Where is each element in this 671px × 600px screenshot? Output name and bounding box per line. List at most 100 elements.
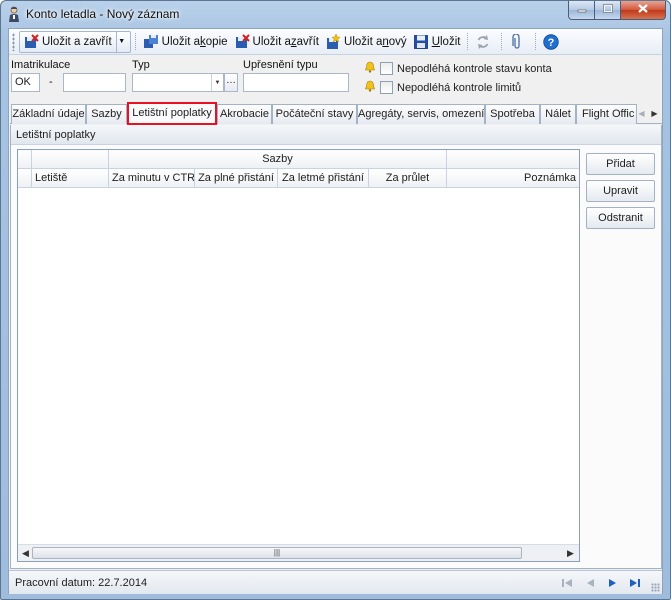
upresneni-input[interactable] [243, 73, 349, 92]
save-copy-label-post: opie [205, 35, 228, 48]
toolbar-separator [501, 32, 503, 51]
bell-icon [364, 80, 376, 95]
chk-konto-label: Nepodléhá kontrole stavu konta [397, 62, 552, 75]
minimize-button[interactable] [568, 1, 595, 20]
column-header-poznamka[interactable]: Poznámka [447, 169, 579, 188]
scroll-left-icon[interactable]: ◀ [22, 548, 29, 559]
chk-konto-row: Nepodléhá kontrole stavu konta [364, 61, 552, 76]
resize-grip[interactable] [651, 583, 660, 592]
save-close-icon [234, 33, 250, 50]
save-new-icon [325, 33, 341, 50]
chk-limity-checkbox[interactable] [380, 81, 393, 94]
tab-zakladni-udaje[interactable]: Základní údaje [11, 104, 86, 124]
fees-grid[interactable]: Sazby Letiště Za minutu v CTR Za plné př… [17, 149, 580, 562]
pridat-button[interactable]: Přidat [586, 153, 655, 175]
upravit-button[interactable]: Upravit [586, 180, 655, 202]
attachment-button[interactable] [506, 31, 531, 53]
tab-page-letistni-poplatky: Letištní poplatky Sazby Letiště Za minut… [10, 125, 662, 569]
paperclip-icon [509, 33, 525, 50]
scrollbar-thumb[interactable]: ||| [32, 547, 522, 559]
first-record-icon[interactable] [560, 576, 574, 590]
chk-konto-checkbox[interactable] [380, 62, 393, 75]
bell-icon [364, 61, 376, 76]
chevron-down-icon[interactable]: ▼ [211, 74, 223, 91]
toolbar-grip[interactable] [12, 32, 15, 51]
save-label-key: U [431, 35, 440, 48]
toolbar-separator [467, 32, 469, 51]
client-area: Uložit a zavřít ▼ Uložit a k opie Uložit … [8, 28, 663, 594]
tab-flight-office[interactable]: Flight Offic [576, 104, 637, 124]
toolbar: Uložit a zavřít ▼ Uložit a k opie Uložit … [9, 29, 662, 55]
save-close-icon [23, 33, 39, 50]
save-close-label-pre: Uložit a [252, 35, 291, 48]
imatrikulace-prefix-input[interactable]: OK [11, 73, 40, 92]
column-header-za-letme[interactable]: Za letmé přistání [278, 169, 369, 188]
status-bar: Pracovní datum: 22.7.2014 [9, 570, 662, 594]
floppy-disk-icon [413, 34, 429, 50]
app-window: Konto letadla - Nový záznam Uložit a zav… [0, 0, 671, 600]
typ-combobox[interactable]: ▼ [132, 73, 224, 92]
refresh-button[interactable] [472, 31, 497, 53]
previous-record-icon[interactable] [583, 576, 597, 590]
save-copy-button[interactable]: Uložit a k opie [140, 31, 231, 53]
svg-text:?: ? [548, 37, 555, 49]
column-header-za-plne[interactable]: Za plné přistání [195, 169, 278, 188]
tab-nalet[interactable]: Nálet [540, 104, 576, 124]
caption-buttons [568, 1, 666, 20]
tab-strip: Základní údaje Sazby Letištní poplatky A… [10, 102, 662, 125]
minimize-icon [577, 4, 587, 16]
scroll-right-icon[interactable]: ▶ [567, 548, 574, 559]
typ-label: Typ [132, 59, 150, 71]
save-close-button[interactable]: Uložit a z avřít [231, 31, 322, 53]
help-button[interactable]: ? [540, 31, 565, 53]
column-header-letiste[interactable]: Letiště [32, 169, 109, 188]
imatrikulace-dash: - [49, 76, 53, 88]
horizontal-scrollbar[interactable]: ◀ ||| ▶ [18, 544, 579, 561]
tab-letistni-poplatky[interactable]: Letištní poplatky [127, 102, 217, 125]
save-copy-label-pre: Uložit a [161, 35, 201, 48]
tab-scroll-left-icon[interactable]: ◀ [637, 106, 646, 122]
save-button[interactable]: Uložit [410, 31, 464, 53]
help-icon: ? [543, 33, 560, 50]
maximize-button[interactable] [595, 1, 621, 20]
save-label-post: ložit [440, 35, 461, 48]
chk-limity-row: Nepodléhá kontrole limitů [364, 80, 521, 95]
close-icon [637, 3, 649, 17]
grid-header-row: Letiště Za minutu v CTR Za plné přistání… [18, 169, 579, 188]
imatrikulace-prefix-value: OK [15, 76, 31, 88]
grid-band-empty [32, 150, 109, 169]
close-button[interactable] [621, 1, 666, 20]
chevron-down-icon[interactable]: ▼ [115, 31, 127, 52]
typ-browse-button[interactable]: … [224, 73, 238, 92]
grid-band-row: Sazby [18, 150, 579, 169]
grid-band-empty [447, 150, 579, 169]
toolbar-separator [134, 32, 136, 51]
save-close-dropdown-label: Uložit a zavřít [42, 35, 112, 48]
chk-limity-label: Nepodléhá kontrole limitů [397, 81, 522, 94]
imatrikulace-label: Imatrikulace [11, 59, 71, 71]
maximize-icon [602, 4, 613, 16]
next-record-icon[interactable] [606, 576, 620, 590]
imatrikulace-input[interactable] [63, 73, 126, 92]
grid-band-sazby: Sazby [109, 150, 447, 169]
window-title: Konto letadla - Nový záznam [26, 7, 180, 21]
save-close-dropdown-button[interactable]: Uložit a zavřít ▼ [19, 30, 131, 53]
odstranit-button[interactable]: Odstranit [586, 207, 655, 229]
save-new-label-post: ový [388, 35, 407, 48]
last-record-icon[interactable] [628, 576, 642, 590]
title-bar[interactable]: Konto letadla - Nový záznam [1, 1, 670, 27]
save-new-label-pre: Uložit a [344, 35, 383, 48]
group-header: Letištní poplatky [11, 125, 661, 145]
column-header-za-minutu[interactable]: Za minutu v CTR [109, 169, 195, 188]
tab-sazby[interactable]: Sazby [86, 104, 127, 124]
save-copy-icon [143, 34, 159, 50]
tab-agregaty-servis-omezeni[interactable]: Agregáty, servis, omezení [357, 104, 485, 124]
toolbar-separator [535, 32, 537, 51]
working-date: Pracovní datum: 22.7.2014 [15, 577, 148, 589]
tab-spotreba[interactable]: Spotřeba [485, 104, 540, 124]
tab-pocatecni-stavy[interactable]: Počáteční stavy [272, 104, 357, 124]
column-header-za-prulet[interactable]: Za průlet [369, 169, 447, 188]
tab-scroll-right-icon[interactable]: ▶ [650, 106, 659, 122]
save-new-button[interactable]: Uložit a n ový [322, 31, 410, 53]
tab-akrobacie[interactable]: Akrobacie [217, 104, 272, 124]
